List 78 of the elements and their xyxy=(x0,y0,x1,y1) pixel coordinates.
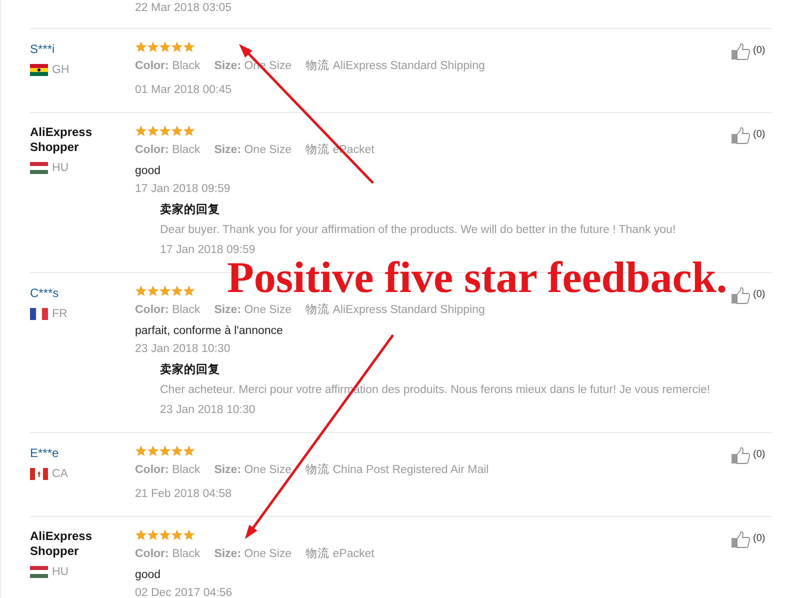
review-date: 22 Mar 2018 03:05 xyxy=(135,2,232,14)
star-icon xyxy=(171,445,183,457)
star-icon xyxy=(183,285,195,297)
like-count: (0) xyxy=(753,532,766,546)
thumbs-up-icon[interactable] xyxy=(731,287,751,304)
star-icon xyxy=(183,445,195,457)
country-code: GH xyxy=(52,63,70,78)
star-icon xyxy=(171,41,183,53)
star-icon xyxy=(135,41,147,53)
review-date: 02 Dec 2017 04:56 xyxy=(135,586,234,598)
country-code: HU xyxy=(52,565,69,580)
star-icon xyxy=(159,445,171,457)
reply-text: Dear buyer. Thank you for your affirmation of the products. We will do better in the future ! Thank you! xyxy=(160,223,677,238)
star-icon xyxy=(183,41,195,53)
star-icon xyxy=(135,285,147,297)
spec-text: Color: Black xyxy=(135,59,200,74)
spec-text: Size: One Size xyxy=(214,463,292,478)
like-count: (0) xyxy=(753,44,766,58)
flag-icon xyxy=(30,468,48,480)
reviewer-name: AliExpress Shopper xyxy=(30,529,94,559)
spec-text: 物流 AliExpress Standard Shipping xyxy=(306,58,485,74)
thumbs-up-icon[interactable] xyxy=(731,43,751,60)
flag-icon xyxy=(30,162,48,174)
like-count: (0) xyxy=(753,448,766,462)
star-icon xyxy=(135,445,147,457)
star-icon xyxy=(171,285,183,297)
reviewer-name: AliExpress Shopper xyxy=(30,125,94,155)
star-icon xyxy=(147,529,159,541)
thumbs-up-icon[interactable] xyxy=(731,447,751,464)
reply-title: 卖家的回复 xyxy=(160,202,221,218)
star-icon xyxy=(171,529,183,541)
star-icon xyxy=(135,529,147,541)
spec-text: Size: One Size xyxy=(214,143,292,158)
star-icon xyxy=(147,125,159,137)
spec-text: Size: One Size xyxy=(214,303,292,318)
star-icon xyxy=(159,529,171,541)
review-comment: good xyxy=(135,568,162,583)
star-icon xyxy=(135,125,147,137)
star-icon xyxy=(183,125,195,137)
star-icon xyxy=(183,529,195,541)
review-date: 01 Mar 2018 00:45 xyxy=(135,83,233,98)
thumbs-up-icon[interactable] xyxy=(731,127,751,144)
reply-title: 卖家的回复 xyxy=(160,362,221,378)
country-code: CA xyxy=(52,467,68,482)
spec-text: Color: Black xyxy=(135,547,200,562)
star-icon xyxy=(159,125,171,137)
flag-icon xyxy=(30,566,48,578)
flag-icon xyxy=(30,64,48,76)
spec-text: Size: One Size xyxy=(214,547,292,562)
country-code: FR xyxy=(52,307,68,322)
thumbs-up-icon[interactable] xyxy=(731,531,751,548)
review-date: 21 Feb 2018 04:58 xyxy=(135,487,233,502)
review-comment: good xyxy=(135,164,162,179)
star-icon xyxy=(147,41,159,53)
reviewer-name: E***e xyxy=(30,445,60,461)
reviewer-name: C***s xyxy=(30,285,60,301)
star-icon xyxy=(171,125,183,137)
spec-text: Color: Black xyxy=(135,143,200,158)
reply-date: 17 Jan 2018 09:59 xyxy=(160,243,256,258)
annotation-text: Positive five star feedback. xyxy=(227,257,728,299)
review-date: 17 Jan 2018 09:59 xyxy=(135,182,232,197)
country-code: HU xyxy=(52,161,69,176)
star-icon xyxy=(159,41,171,53)
spec-text: 物流 ePacket xyxy=(306,546,374,562)
review-date: 23 Jan 2018 10:30 xyxy=(135,342,232,357)
spec-text: Color: Black xyxy=(135,463,200,478)
flag-icon xyxy=(30,308,48,320)
reply-date: 23 Jan 2018 10:30 xyxy=(160,403,256,418)
spec-text: 物流 China Post Registered Air Mail xyxy=(306,462,489,478)
like-count: (0) xyxy=(753,288,766,302)
reviewer-name: S***i xyxy=(30,41,56,57)
star-icon xyxy=(147,285,159,297)
spec-text: Color: Black xyxy=(135,303,200,318)
star-icon xyxy=(159,285,171,297)
like-count: (0) xyxy=(753,128,766,142)
star-icon xyxy=(147,445,159,457)
review-comment: parfait, conforme à l'annonce xyxy=(135,324,284,339)
spec-text: 物流 AliExpress Standard Shipping xyxy=(306,302,485,318)
